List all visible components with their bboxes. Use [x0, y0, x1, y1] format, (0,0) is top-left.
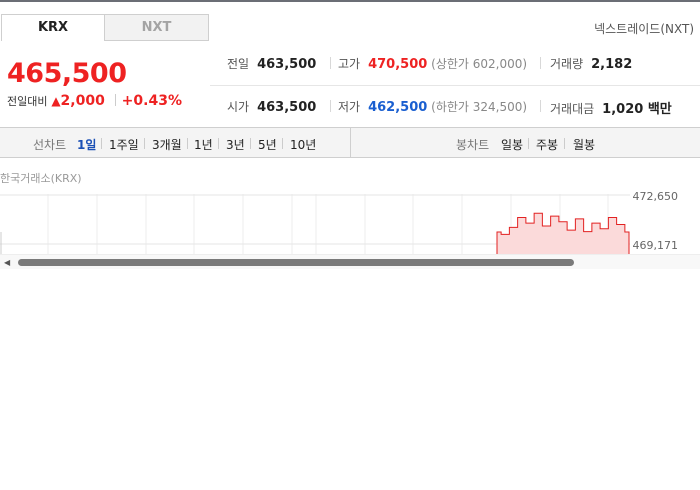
- change-percent: +0.43%: [121, 93, 182, 109]
- period-1y[interactable]: 1년: [194, 136, 213, 153]
- candle-weekly[interactable]: 주봉: [536, 136, 558, 153]
- line-chart-label: 선차트: [33, 138, 67, 152]
- stat-label: 고가: [338, 57, 361, 71]
- price-area: [497, 213, 629, 254]
- scroll-thumb[interactable]: [18, 259, 574, 266]
- divider: [282, 138, 283, 149]
- scroll-left-arrow-icon[interactable]: ◀: [4, 258, 10, 267]
- divider: [101, 138, 102, 149]
- period-3y[interactable]: 3년: [226, 136, 245, 153]
- stat-label: 시가: [227, 100, 250, 114]
- stat-value: 470,500: [368, 57, 428, 72]
- divider: [330, 100, 331, 112]
- up-arrow-icon: ▲: [51, 94, 61, 108]
- price-chart: 472,650 469,171: [0, 188, 700, 254]
- chart-period-bar: 선차트 1일 1주일 3개월 1년 3년 5년 10년 봉차트 일봉 주봉 월봉: [0, 127, 700, 158]
- candle-daily[interactable]: 일봉: [501, 136, 523, 153]
- y-tick-top: 472,650: [632, 190, 679, 203]
- tab-nxt[interactable]: NXT: [104, 14, 209, 41]
- divider: [218, 138, 219, 149]
- stat-prev-close: 전일 463,500: [227, 55, 316, 72]
- stats-divider: [210, 85, 700, 86]
- top-border: [0, 0, 700, 2]
- period-10y[interactable]: 10년: [290, 136, 316, 153]
- divider: [350, 128, 351, 157]
- divider: [330, 57, 331, 69]
- nxt-link[interactable]: 넥스트레이드(NXT): [594, 20, 694, 37]
- stat-value: 463,500: [257, 100, 317, 115]
- divider: [564, 138, 565, 149]
- period-1d[interactable]: 1일: [77, 136, 96, 153]
- current-price: 465,500: [7, 58, 127, 89]
- price-change: 전일대비 ▲2,000 +0.43%: [7, 93, 182, 109]
- stat-label: 거래량: [550, 57, 584, 71]
- candle-monthly[interactable]: 월봉: [573, 136, 595, 153]
- divider: [187, 138, 188, 149]
- upper-limit: (상한가 602,000): [431, 57, 528, 71]
- stat-open: 시가 463,500: [227, 98, 316, 115]
- change-value: 2,000: [60, 93, 105, 109]
- divider: [528, 138, 529, 149]
- divider: [250, 138, 251, 149]
- tab-krx[interactable]: KRX: [1, 14, 105, 41]
- stat-value: 2,182: [591, 57, 633, 72]
- divider: [540, 57, 541, 69]
- divider: [144, 138, 145, 149]
- stat-label: 거래대금: [550, 102, 595, 116]
- divider: [114, 94, 116, 106]
- stat-low: 저가 462,500 (하한가 324,500): [338, 98, 527, 115]
- stat-label: 저가: [338, 100, 361, 114]
- stat-value: 1,020 백만: [602, 102, 672, 117]
- stat-volume: 거래량 2,182: [550, 55, 632, 72]
- stat-value: 462,500: [368, 100, 428, 115]
- exchange-label: 한국거래소(KRX): [0, 172, 82, 185]
- stat-high: 고가 470,500 (상한가 602,000): [338, 55, 527, 72]
- period-5y[interactable]: 5년: [258, 136, 277, 153]
- stat-value: 463,500: [257, 57, 317, 72]
- candle-chart-label: 봉차트: [456, 138, 490, 152]
- divider: [540, 100, 541, 112]
- change-label: 전일대비: [7, 95, 48, 108]
- horizontal-scrollbar[interactable]: ◀: [0, 254, 700, 269]
- stat-amount: 거래대금 1,020 백만: [550, 98, 672, 117]
- lower-limit: (하한가 324,500): [431, 100, 528, 114]
- period-3m[interactable]: 3개월: [152, 136, 182, 153]
- period-1w[interactable]: 1주일: [109, 136, 139, 153]
- chart-svg: [0, 194, 630, 254]
- stat-label: 전일: [227, 57, 250, 71]
- y-tick-bottom: 469,171: [632, 239, 679, 252]
